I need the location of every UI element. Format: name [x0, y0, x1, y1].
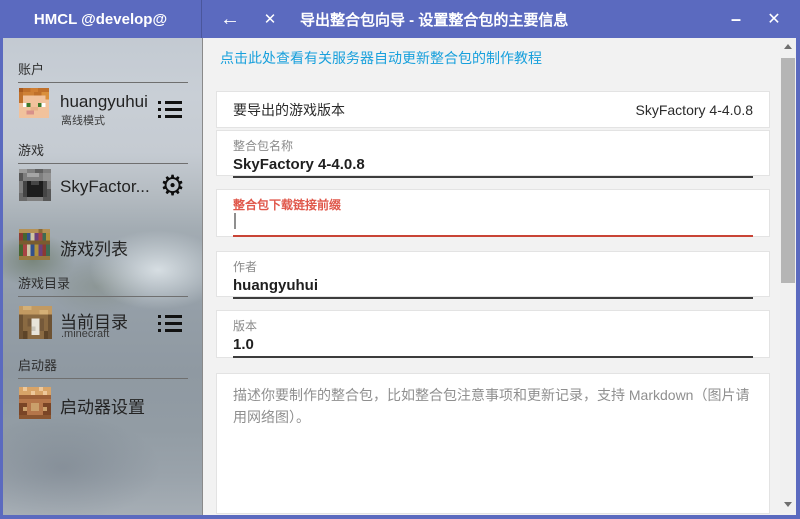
avatar: [19, 88, 49, 118]
author-input[interactable]: [233, 275, 753, 299]
cartography-table-icon: [19, 306, 52, 339]
description-textarea[interactable]: [233, 384, 753, 503]
author-card: 作者: [216, 251, 770, 297]
scroll-down-icon[interactable]: [784, 502, 792, 507]
close-button[interactable]: ✕: [762, 7, 786, 31]
url-prefix-card: 整合包下载链接前缀: [216, 189, 770, 237]
section-directory: 游戏目录: [18, 273, 188, 297]
close-wizard-icon[interactable]: ✕: [258, 7, 282, 31]
current-version-label: SkyFactor...: [60, 177, 150, 197]
app-title: HMCL @develop@: [0, 0, 202, 38]
section-launcher: 启动器: [18, 355, 188, 379]
game-list-label: 游戏列表: [60, 235, 128, 260]
description-card: [216, 373, 770, 514]
minimize-button[interactable]: –: [724, 7, 748, 31]
wizard-main: 点击此处查看有关服务器自动更新整合包的制作教程 要导出的游戏版本 SkyFact…: [203, 38, 796, 515]
hmcl-window: HMCL @develop@ ← ✕ 导出整合包向导 - 设置整合包的主要信息 …: [0, 0, 800, 519]
wizard-title: 导出整合包向导 - 设置整合包的主要信息: [300, 9, 568, 30]
url-prefix-input[interactable]: [233, 213, 753, 237]
section-account: 账户: [18, 59, 188, 83]
game-version-value: SkyFactory 4-4.0.8: [636, 102, 754, 118]
gear-icon[interactable]: ⚙: [160, 172, 185, 200]
window-border-bottom: [0, 515, 800, 519]
scroll-up-icon[interactable]: [784, 44, 792, 49]
game-version-row: 要导出的游戏版本 SkyFactory 4-4.0.8: [216, 91, 770, 128]
version-label: 版本: [233, 317, 753, 334]
modpack-name-card: 整合包名称: [216, 130, 770, 176]
account-list-icon[interactable]: [158, 101, 182, 119]
version-card: 版本: [216, 310, 770, 358]
modpack-name-label: 整合包名称: [233, 137, 753, 154]
window-border-left: [0, 38, 3, 519]
directory-list-icon[interactable]: [158, 315, 182, 333]
scrollbar[interactable]: [780, 38, 796, 515]
section-game: 游戏: [18, 140, 188, 164]
command-block-icon: [19, 387, 51, 419]
modpack-name-input[interactable]: [233, 154, 753, 178]
text-caret: [234, 213, 236, 229]
sidebar: 账户 huangyuhui 离线模式: [3, 38, 203, 515]
url-prefix-label: 整合包下载链接前缀: [233, 196, 753, 213]
back-arrow-icon[interactable]: ←: [218, 7, 242, 31]
tutorial-link[interactable]: 点击此处查看有关服务器自动更新整合包的制作教程: [220, 48, 542, 68]
current-directory-path: .minecraft: [61, 328, 109, 340]
version-input[interactable]: [233, 334, 753, 358]
wizard-title-bar: ← ✕ 导出整合包向导 - 设置整合包的主要信息 – ✕: [202, 0, 800, 38]
game-version-label: 要导出的游戏版本: [233, 100, 345, 120]
window-border-right: [796, 38, 800, 519]
account-name: huangyuhui: [60, 92, 148, 112]
account-type: 离线模式: [61, 112, 105, 128]
scrollbar-thumb[interactable]: [781, 58, 795, 283]
launcher-settings-label: 启动器设置: [60, 393, 145, 418]
author-label: 作者: [233, 258, 753, 275]
title-bar: HMCL @develop@ ← ✕ 导出整合包向导 - 设置整合包的主要信息 …: [0, 0, 800, 38]
bookshelf-icon: [19, 229, 50, 260]
furnace-icon: [19, 169, 51, 201]
